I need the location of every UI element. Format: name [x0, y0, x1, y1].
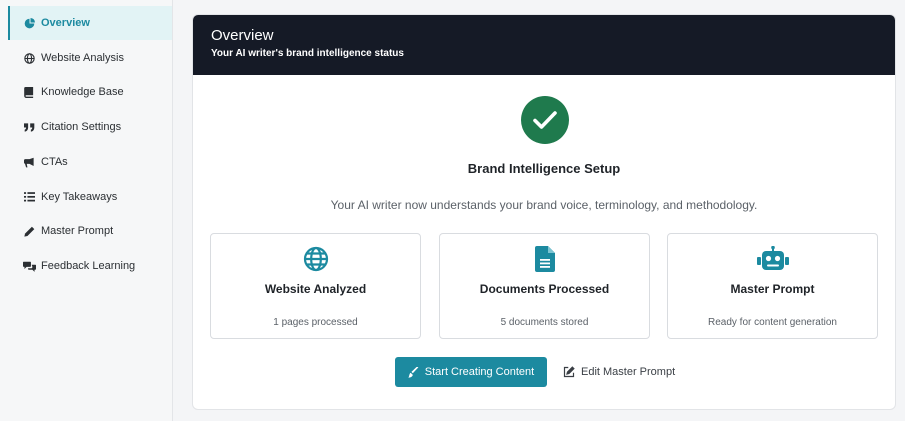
sidebar-item-label: Website Analysis	[41, 52, 124, 64]
sidebar-item-label: Knowledge Base	[41, 86, 124, 98]
stat-label: Website Analyzed	[264, 282, 367, 296]
stat-detail: Ready for content generation	[708, 317, 837, 328]
comments-icon	[22, 261, 36, 272]
quote-icon	[22, 122, 36, 132]
sidebar-item-knowledge-base[interactable]: Knowledge Base	[8, 75, 172, 109]
setup-description: Your AI writer now understands your bran…	[330, 198, 758, 212]
overview-card: Overview Your AI writer's brand intellig…	[192, 14, 896, 410]
document-icon	[440, 246, 649, 272]
stat-label: Documents Processed	[479, 282, 610, 296]
sidebar-item-master-prompt[interactable]: Master Prompt	[8, 214, 172, 248]
sidebar-item-label: CTAs	[41, 156, 68, 168]
page-subtitle: Your AI writer's brand intelligence stat…	[211, 48, 404, 59]
sidebar-item-label: Key Takeaways	[41, 191, 118, 203]
sidebar-item-key-takeaways[interactable]: Key Takeaways	[8, 180, 172, 214]
stat-detail: 5 documents stored	[500, 317, 589, 328]
stat-card-documents: Documents Processed 5 documents stored	[439, 233, 650, 339]
edit-master-prompt-button[interactable]: Edit Master Prompt	[563, 357, 675, 387]
edit-icon	[563, 366, 575, 378]
start-creating-content-button[interactable]: Start Creating Content	[395, 357, 547, 387]
edit-master-prompt-label: Edit Master Prompt	[581, 366, 676, 378]
list-icon	[22, 192, 36, 202]
pie-chart-icon	[22, 17, 36, 29]
globe-icon	[22, 52, 36, 64]
setup-title: Brand Intelligence Setup	[467, 161, 621, 176]
stat-label: Master Prompt	[730, 282, 815, 296]
sidebar-item-feedback-learning[interactable]: Feedback Learning	[8, 249, 172, 283]
megaphone-icon	[22, 157, 36, 168]
sidebar: Overview Website Analysis Knowledge Base…	[0, 0, 173, 421]
pencil-icon	[22, 226, 36, 237]
sidebar-item-label: Overview	[41, 17, 90, 29]
sidebar-item-overview[interactable]: Overview	[8, 6, 172, 40]
sidebar-item-label: Feedback Learning	[41, 260, 136, 272]
brush-icon	[408, 366, 419, 378]
stat-card-master-prompt: Master Prompt Ready for content generati…	[667, 233, 878, 339]
card-header: Overview Your AI writer's brand intellig…	[193, 15, 895, 75]
start-creating-content-label: Start Creating Content	[424, 366, 535, 378]
stat-detail: 1 pages processed	[273, 317, 358, 328]
sidebar-item-label: Master Prompt	[41, 225, 114, 237]
sidebar-item-citation-settings[interactable]: Citation Settings	[8, 110, 172, 144]
check-circle-icon	[521, 96, 569, 144]
page-title: Overview	[211, 27, 274, 44]
stat-card-website: Website Analyzed 1 pages processed	[210, 233, 421, 339]
sidebar-item-ctas[interactable]: CTAs	[8, 145, 172, 179]
globe-icon	[211, 246, 420, 272]
book-icon	[22, 86, 36, 98]
sidebar-item-website-analysis[interactable]: Website Analysis	[8, 41, 172, 75]
sidebar-item-label: Citation Settings	[41, 121, 122, 133]
robot-icon	[668, 246, 877, 272]
